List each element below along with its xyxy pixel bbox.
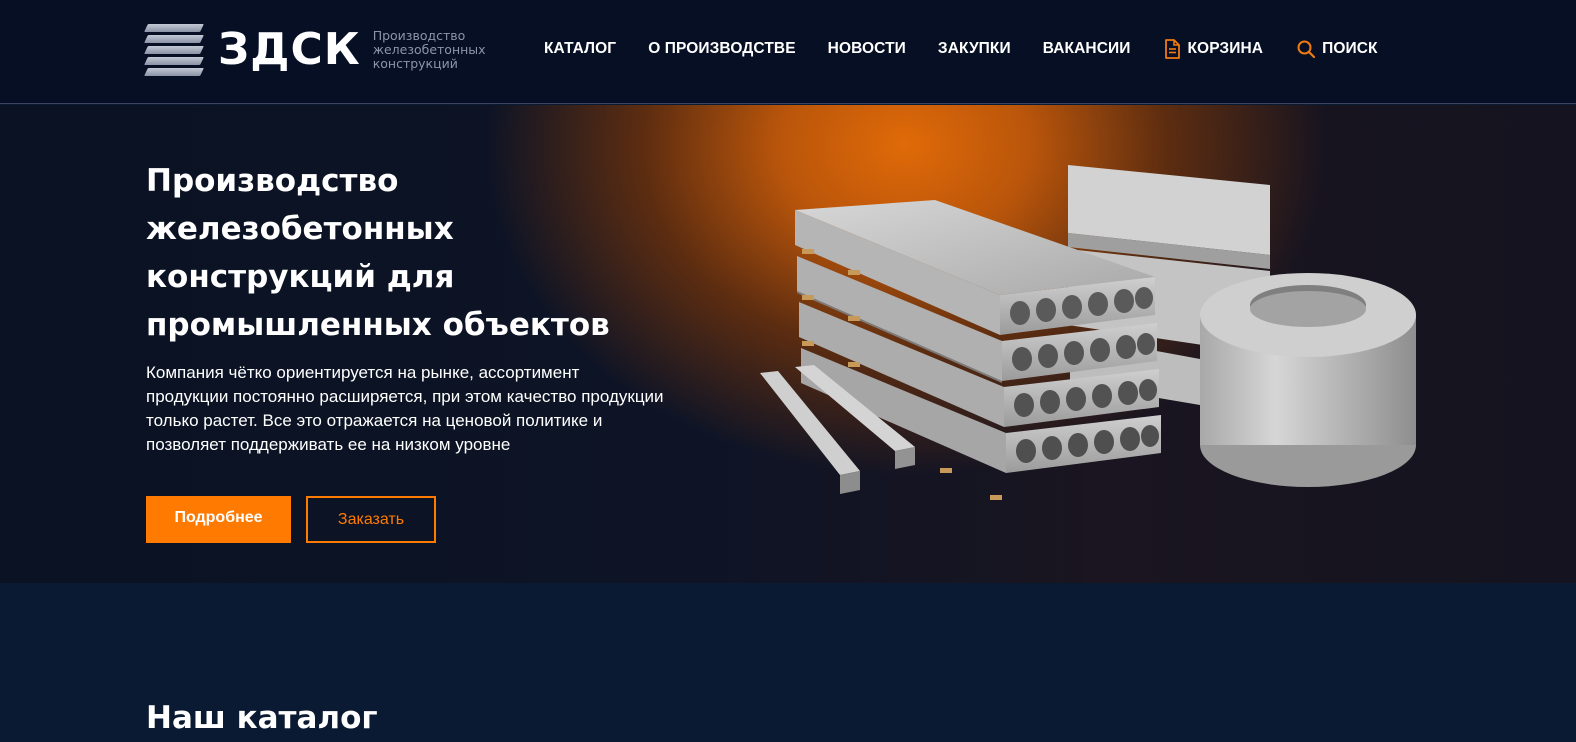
document-icon — [1164, 39, 1181, 59]
search-icon — [1297, 40, 1316, 58]
logo-mark-icon — [144, 22, 204, 78]
nav-catalog[interactable]: КАТАЛОГ — [521, 40, 616, 58]
more-button[interactable]: Подробнее — [146, 496, 291, 543]
hero-section: Производство железобетонных конструкций … — [0, 105, 1576, 583]
concrete-products-image — [760, 165, 1416, 500]
logo-name: ЗДСК — [218, 24, 361, 75]
nav-news[interactable]: НОВОСТИ — [828, 40, 906, 58]
nav-about[interactable]: О ПРОИЗВОДСТВЕ — [648, 40, 795, 58]
nav-catalog-label: КАТАЛОГ — [544, 40, 617, 57]
nav-vacancies-label: ВАКАНСИИ — [1042, 40, 1131, 57]
catalog-title: Наш каталог — [146, 700, 378, 736]
logo-subtitle: Производство железобетонных конструкций — [372, 28, 486, 71]
logo[interactable]: ЗДСК Производство железобетонных констру… — [144, 22, 503, 78]
nav-purchases-label: ЗАКУПКИ — [937, 40, 1011, 57]
nav-cart-label: КОРЗИНА — [1187, 40, 1264, 57]
nav-purchases[interactable]: ЗАКУПКИ — [938, 40, 1011, 58]
nav-vacancies[interactable]: ВАКАНСИИ — [1043, 40, 1131, 58]
main-nav: КАТАЛОГ О ПРОИЗВОДСТВЕ НОВОСТИ ЗАКУПКИ В… — [521, 37, 1378, 61]
order-button[interactable]: Заказать — [306, 496, 436, 543]
site-header: ЗДСК Производство железобетонных констру… — [0, 0, 1576, 104]
hero-description: Компания чётко ориентируется на рынке, а… — [146, 363, 664, 454]
nav-cart[interactable]: КОРЗИНА — [1164, 39, 1263, 59]
nav-news-label: НОВОСТИ — [827, 40, 906, 57]
nav-search[interactable]: ПОИСК — [1297, 40, 1378, 58]
nav-search-label: ПОИСК — [1322, 40, 1378, 57]
nav-about-label: О ПРОИЗВОДСТВЕ — [648, 40, 796, 57]
grid-icon — [521, 41, 537, 57]
hero-title: Производство железобетонных конструкций … — [146, 163, 610, 343]
